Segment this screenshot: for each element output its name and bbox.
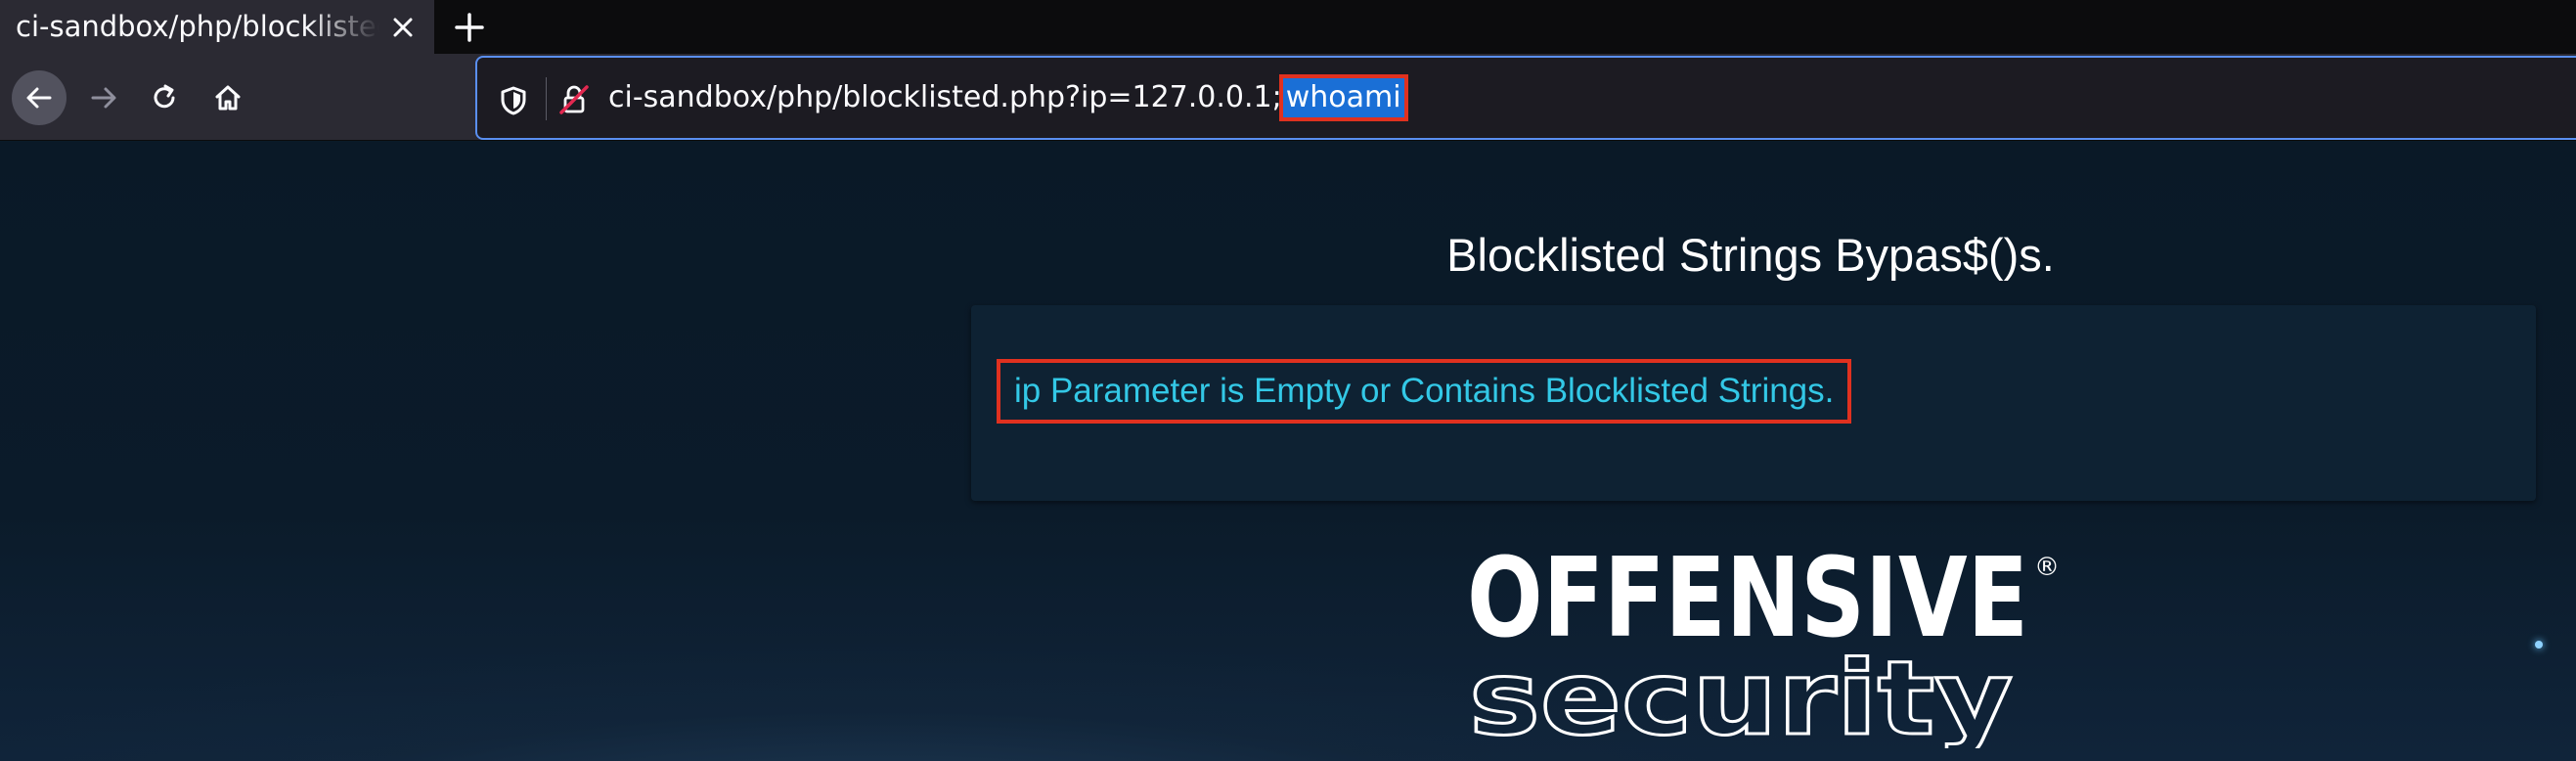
page-content: Blocklisted Strings Bypas$()s. ip Parame… xyxy=(0,142,2576,761)
result-panel: ip Parameter is Empty or Contains Blockl… xyxy=(971,305,2536,501)
close-icon[interactable] xyxy=(383,8,422,47)
url-text[interactable]: ci-sandbox/php/blocklisted.php?ip=127.0.… xyxy=(608,74,1408,121)
home-button[interactable] xyxy=(200,70,255,125)
shield-icon[interactable] xyxy=(499,85,528,120)
arrow-left-icon xyxy=(26,87,52,109)
reload-button[interactable] xyxy=(137,70,192,125)
address-bar[interactable]: ci-sandbox/php/blocklisted.php?ip=127.0.… xyxy=(475,56,2576,140)
url-selected-text: whoami xyxy=(1278,74,1408,121)
url-separator xyxy=(546,77,547,120)
svg-text:security: security xyxy=(1469,639,2013,748)
arrow-right-icon xyxy=(91,87,116,109)
back-button[interactable] xyxy=(12,70,67,125)
nav-toolbar: ci-sandbox/php/blocklisted.php?ip=127.0.… xyxy=(0,54,2576,141)
offensive-security-logo: OFFENSIVE ® security xyxy=(1467,538,2060,748)
error-message: ip Parameter is Empty or Contains Blockl… xyxy=(1014,372,1835,410)
message-highlight-box: ip Parameter is Empty or Contains Blockl… xyxy=(997,359,1852,424)
tab-title: ci-sandbox/php/blocklisted.php xyxy=(16,10,379,43)
glow-dot xyxy=(2535,641,2543,649)
page-heading: Blocklisted Strings Bypas$()s. xyxy=(1446,229,2055,281)
forward-button[interactable] xyxy=(76,70,131,125)
home-icon xyxy=(215,85,241,111)
svg-text:®: ® xyxy=(2034,553,2060,582)
browser-tab[interactable]: ci-sandbox/php/blocklisted.php xyxy=(0,0,434,54)
plus-icon[interactable] xyxy=(448,6,491,49)
tab-strip: ci-sandbox/php/blocklisted.php xyxy=(0,0,2576,54)
url-prefix: ci-sandbox/php/blocklisted.php?ip=127.0.… xyxy=(608,80,1282,114)
reload-icon xyxy=(154,84,175,109)
insecure-lock-icon[interactable] xyxy=(557,83,591,120)
